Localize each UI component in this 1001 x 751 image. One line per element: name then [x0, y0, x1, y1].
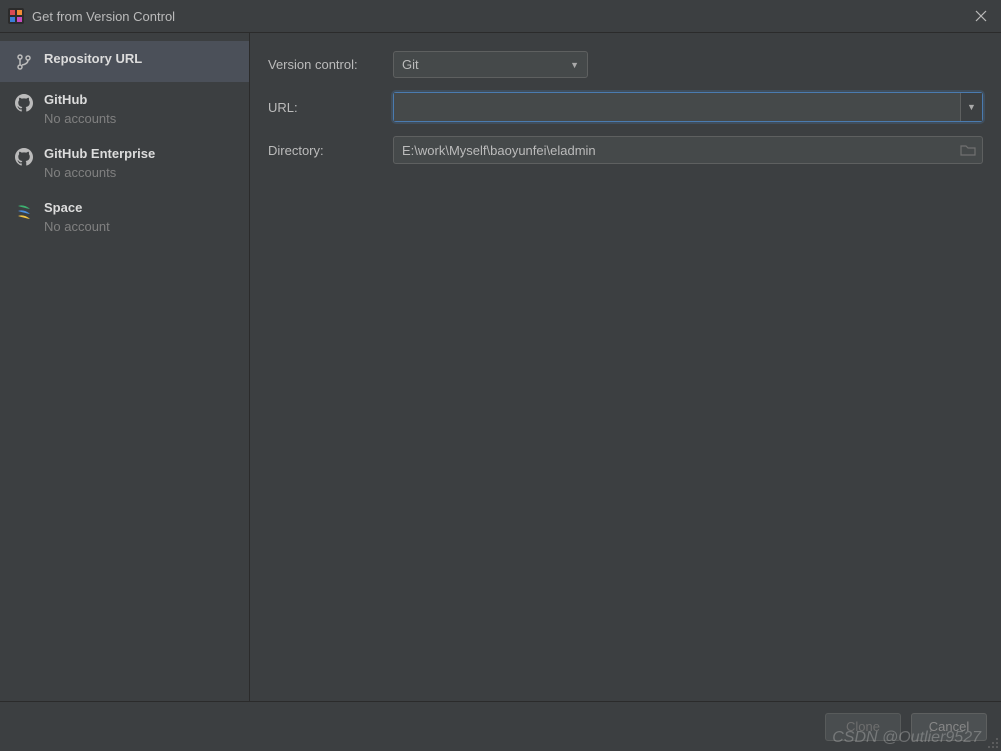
- version-control-label: Version control:: [268, 57, 383, 72]
- window-title: Get from Version Control: [32, 9, 969, 24]
- footer: Clone Cancel CSDN @Outlier9527: [0, 701, 1001, 751]
- version-control-row: Version control: Git ▼: [268, 51, 983, 78]
- sidebar-item-space[interactable]: Space No account: [0, 190, 249, 244]
- directory-label: Directory:: [268, 143, 383, 158]
- sidebar-item-label: GitHub: [44, 92, 116, 107]
- clone-button[interactable]: Clone: [825, 713, 901, 741]
- version-control-value: Git: [402, 57, 419, 72]
- github-icon: [14, 93, 34, 113]
- sidebar-item-repository-url[interactable]: Repository URL: [0, 41, 249, 82]
- titlebar: Get from Version Control: [0, 0, 1001, 32]
- browse-directory-button[interactable]: [954, 143, 982, 157]
- app-icon: [8, 8, 24, 24]
- url-input-wrap: ▼: [393, 92, 983, 122]
- resize-grip-icon: [987, 737, 999, 749]
- directory-input-wrap: [393, 136, 983, 164]
- url-input[interactable]: [394, 93, 960, 121]
- sidebar-item-label: GitHub Enterprise: [44, 146, 155, 161]
- url-label: URL:: [268, 100, 383, 115]
- directory-row: Directory:: [268, 136, 983, 164]
- directory-input[interactable]: [394, 143, 954, 158]
- version-control-select[interactable]: Git ▼: [393, 51, 588, 78]
- sidebar-item-github-enterprise[interactable]: GitHub Enterprise No accounts: [0, 136, 249, 190]
- sidebar-item-sublabel: No account: [44, 219, 110, 234]
- branch-icon: [14, 52, 34, 72]
- content-panel: Version control: Git ▼ URL: ▼ Directory:: [250, 33, 1001, 701]
- folder-icon: [960, 143, 976, 157]
- sidebar-item-sublabel: No accounts: [44, 165, 155, 180]
- chevron-down-icon: ▼: [570, 60, 579, 70]
- main-area: Repository URL GitHub No accounts GitHub: [0, 32, 1001, 701]
- url-row: URL: ▼: [268, 92, 983, 122]
- sidebar-item-label: Repository URL: [44, 51, 142, 66]
- github-icon: [14, 147, 34, 167]
- space-icon: [14, 201, 34, 221]
- url-history-button[interactable]: ▼: [960, 93, 982, 121]
- chevron-down-icon: ▼: [967, 102, 976, 112]
- cancel-button[interactable]: Cancel: [911, 713, 987, 741]
- sidebar-item-sublabel: No accounts: [44, 111, 116, 126]
- sidebar: Repository URL GitHub No accounts GitHub: [0, 33, 250, 701]
- close-icon[interactable]: [969, 4, 993, 28]
- sidebar-item-label: Space: [44, 200, 110, 215]
- sidebar-item-github[interactable]: GitHub No accounts: [0, 82, 249, 136]
